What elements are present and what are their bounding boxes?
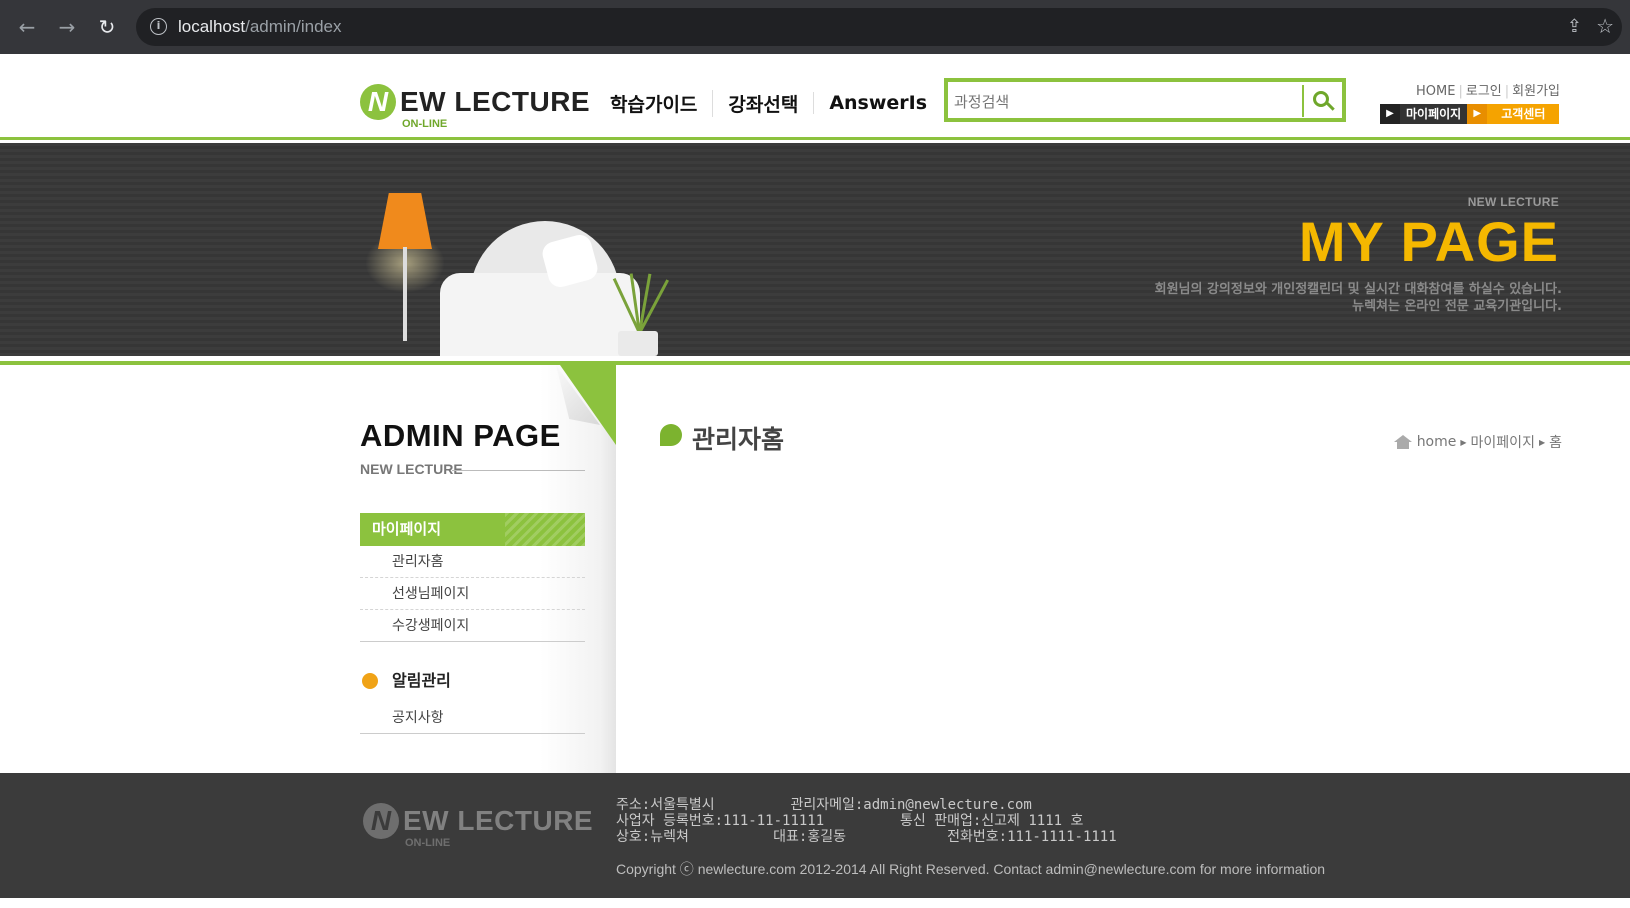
footer-ceo: 대표:홍길동 [773, 829, 846, 845]
footer-logo-text: EW LECTURE [403, 805, 594, 836]
browser-toolbar: ← → ↻ i localhost/admin/index ⇪ ☆ [0, 0, 1630, 54]
sidebar-item-student-page[interactable]: 수강생페이지 [360, 610, 585, 642]
forward-arrow-icon[interactable]: → [54, 14, 80, 40]
leaf-bullet-icon [660, 424, 682, 446]
search-button[interactable] [1302, 85, 1338, 117]
footer-company-info: 주소:서울특별시 관리자메일:admin@newlecture.com 사업자 … [616, 797, 1117, 845]
sidebar-menu-head-mypage[interactable]: 마이페이지 [360, 513, 585, 546]
url-text[interactable]: localhost/admin/index [178, 17, 342, 37]
breadcrumb-mypage[interactable]: 마이페이지 [1471, 432, 1535, 452]
site-footer: N EW LECTURE ON-LINE 주소:서울특별시 관리자메일:admi… [0, 773, 1630, 898]
utility-links: HOME | 로그인 | 회원가입 [1416, 84, 1560, 99]
util-link-login[interactable]: 로그인 [1466, 84, 1502, 99]
orange-dot-icon [362, 673, 378, 689]
breadcrumb-arrow-icon: ▶ [1460, 437, 1467, 447]
sidebar-item-admin-home[interactable]: 관리자홈 [360, 546, 585, 578]
site-header: N EW LECTURE ON-LINE 학습가이드 강좌선택 AnswerIs… [0, 54, 1630, 140]
support-button-label: 고객센터 [1487, 104, 1560, 124]
footer-logo-letter: N [363, 803, 399, 839]
footer-address: 주소:서울특별시 [616, 797, 715, 813]
share-icon[interactable]: ⇪ [1567, 16, 1582, 37]
play-arrow-icon: ▶ [1467, 104, 1488, 124]
sidebar-item-teacher-page[interactable]: 선생님페이지 [360, 578, 585, 610]
breadcrumb: home ▶ 마이페이지 ▶ 홈 [1393, 432, 1562, 452]
sidebar-item-notices[interactable]: 공지사항 [360, 702, 585, 734]
search-box [944, 78, 1346, 122]
footer-admin-mail: 관리자메일:admin@newlecture.com [790, 797, 1032, 813]
footer-phone: 전화번호:111-1111-1111 [947, 829, 1117, 845]
mypage-banner: NEW LECTURE MY PAGE 회원님의 강의정보와 개인정캘린더 및 … [0, 143, 1630, 356]
footer-company: 상호:뉴렉쳐 [616, 829, 689, 845]
plant-illustration [612, 263, 669, 334]
logo-subtext: ON-LINE [402, 118, 448, 130]
banner-title: MY PAGE [1298, 210, 1559, 273]
mypage-button-label: 마이페이지 [1400, 104, 1468, 124]
footer-logo-subtext: ON-LINE [405, 837, 451, 849]
support-button[interactable]: ▶ 고객센터 [1467, 104, 1560, 124]
main-nav: 학습가이드 강좌선택 AnswerIs [604, 88, 942, 118]
sidebar-group-notifications[interactable]: 알림관리 [360, 665, 585, 697]
util-link-home[interactable]: HOME [1416, 84, 1455, 99]
footer-copyright: Copyright ⓒ newlecture.com 2012-2014 All… [616, 861, 1326, 877]
search-input[interactable] [954, 88, 1294, 116]
banner-description: 회원님의 강의정보와 개인정캘린더 및 실시간 대화참여를 하실수 있습니다. … [1155, 281, 1562, 315]
breadcrumb-arrow-icon: ▶ [1538, 437, 1546, 447]
url-host: localhost [178, 17, 246, 36]
breadcrumb-current: 홈 [1549, 435, 1562, 451]
logo-letter: N [360, 84, 396, 120]
reload-icon[interactable]: ↻ [94, 14, 120, 40]
sidebar-group-label: 알림관리 [392, 671, 451, 690]
menu-head-label: 마이페이지 [372, 520, 442, 538]
bookmark-star-icon[interactable]: ☆ [1596, 14, 1614, 38]
util-link-signup[interactable]: 회원가입 [1512, 84, 1560, 99]
mypage-button[interactable]: ▶ 마이페이지 [1380, 104, 1468, 124]
logo-text: EW LECTURE [400, 86, 591, 117]
home-icon [1393, 435, 1412, 449]
banner-subtitle: NEW LECTURE [1467, 195, 1559, 209]
site-logo[interactable]: N EW LECTURE ON-LINE [360, 84, 590, 132]
footer-biz-no: 사업자 등록번호:111-11-11111 [616, 813, 825, 829]
divider [452, 470, 585, 471]
footer-logo: N EW LECTURE ON-LINE [363, 803, 593, 851]
nav-answeris[interactable]: AnswerIs [813, 92, 942, 114]
breadcrumb-home[interactable]: home [1417, 434, 1457, 450]
banner-desc-line1: 회원님의 강의정보와 개인정캘린더 및 실시간 대화참여를 하실수 있습니다. [1154, 282, 1562, 297]
url-path: /admin/index [245, 17, 342, 36]
nav-course-select[interactable]: 강좌선택 [712, 89, 813, 117]
nav-learning-guide[interactable]: 학습가이드 [604, 90, 712, 117]
page-title: 관리자홈 [692, 425, 785, 454]
sidebar-title: ADMIN PAGE [360, 418, 561, 453]
play-arrow-icon: ▶ [1380, 104, 1400, 124]
info-icon[interactable]: i [150, 18, 167, 35]
back-arrow-icon[interactable]: ← [14, 14, 40, 40]
address-bar[interactable]: i localhost/admin/index ⇪ ☆ [136, 8, 1622, 46]
footer-sales-no: 통신 판매업:신고제 1111 호 [900, 813, 1084, 829]
banner-desc-line2: 뉴렉쳐는 온라인 전문 교육기관입니다. [1352, 299, 1562, 314]
utility-buttons: ▶ 마이페이지 ▶ 고객센터 [1380, 104, 1560, 124]
sidebar-subtitle: NEW LECTURE [360, 461, 463, 477]
